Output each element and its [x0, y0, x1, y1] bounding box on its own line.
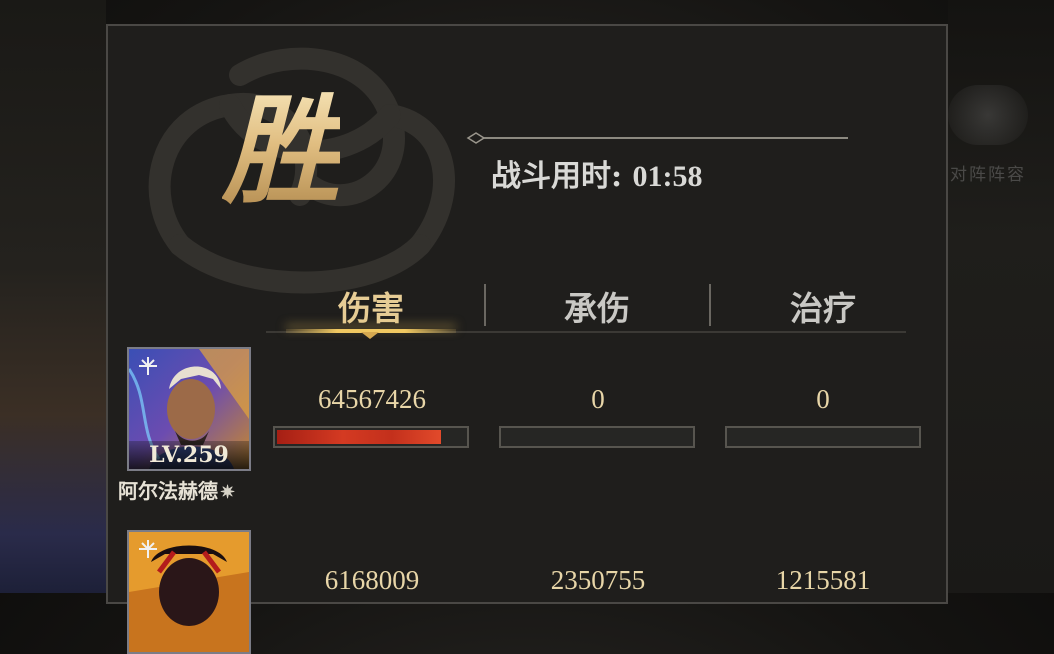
- hero-portrait[interactable]: LV.259: [127, 347, 251, 471]
- bow-class-icon: [139, 540, 157, 558]
- damage-value: 64567426: [318, 384, 426, 414]
- hero-name: 阿尔法赫德 ✷: [118, 475, 268, 504]
- background-emblem-text: 对阵阵容: [950, 165, 1026, 185]
- damage-value: 6168009: [324, 565, 420, 595]
- healing-bar: [725, 426, 921, 448]
- bow-class-icon: [139, 357, 157, 375]
- divider-ornament-icon: [466, 132, 848, 144]
- tab-divider: [709, 284, 711, 326]
- hero-portrait[interactable]: [127, 530, 251, 654]
- hero-level: LV.259: [129, 441, 249, 469]
- battle-time-label: 战斗用时:: [491, 159, 623, 194]
- victory-title: 胜: [222, 81, 341, 220]
- tab-damage[interactable]: 伤害: [271, 282, 471, 330]
- hero-name-text: 阿尔法赫德: [118, 479, 218, 503]
- background-emblem-icon: [948, 85, 1028, 145]
- tab-damage-taken[interactable]: 承伤: [497, 282, 697, 330]
- battle-time: 战斗用时: 01:58: [491, 151, 703, 195]
- damage-bar: [273, 426, 469, 448]
- tab-divider: [484, 284, 486, 326]
- star-icon: ✷: [220, 482, 236, 503]
- battle-time-value: 01:58: [632, 160, 703, 193]
- stat-tabs: 伤害 承伤 治疗: [258, 282, 918, 340]
- damage-taken-value: 2350755: [550, 565, 646, 595]
- damage-bar-fill: [277, 430, 441, 444]
- damage-taken-bar: [499, 426, 695, 448]
- active-tab-caret-icon: [361, 332, 379, 339]
- healing-value: 0: [816, 384, 830, 414]
- damage-taken-value: 0: [591, 384, 605, 414]
- healing-value: 1215581: [775, 565, 871, 595]
- background-left-art: [0, 0, 106, 593]
- tab-healing[interactable]: 治疗: [723, 282, 923, 330]
